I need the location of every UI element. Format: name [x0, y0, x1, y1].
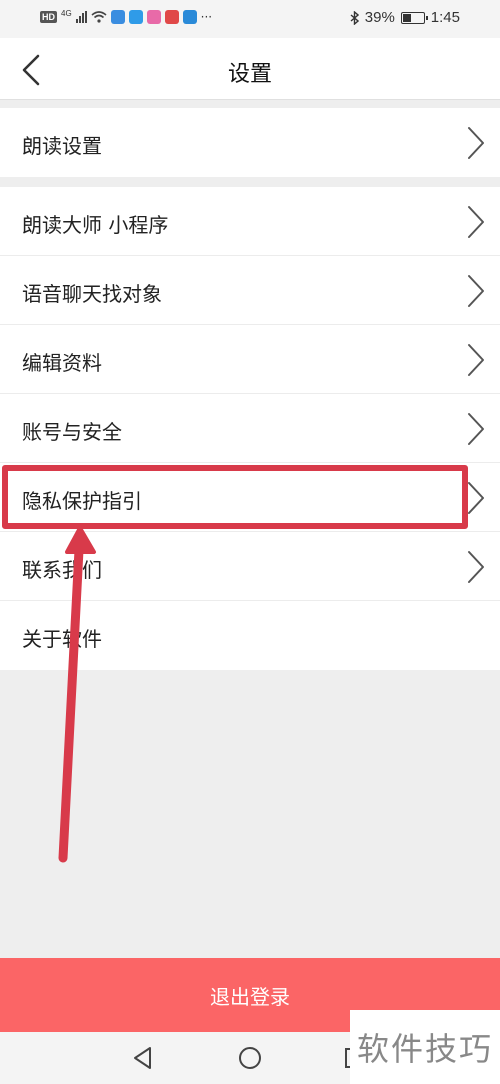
chevron-right-icon: [468, 413, 484, 445]
chevron-right-icon: [468, 551, 484, 583]
hd-badge: HD: [40, 11, 57, 23]
highlight-box: [2, 465, 468, 529]
home-circle-icon[interactable]: [237, 1045, 263, 1071]
list-item[interactable]: 朗读大师 小程序: [0, 187, 500, 256]
chevron-right-icon: [468, 482, 484, 514]
list-item[interactable]: 朗读设置: [0, 108, 500, 177]
app-notification-icon: [128, 10, 143, 24]
app-notification-icon: [164, 10, 179, 24]
status-right: 39% 1:45: [350, 9, 460, 26]
app-notification-icon: [182, 10, 197, 24]
battery-fill: [402, 13, 412, 22]
wifi-icon: [91, 11, 107, 23]
list-item-label: 朗读大师 小程序: [22, 213, 169, 237]
chevron-right-icon: [468, 206, 484, 238]
chevron-right-icon: [468, 127, 484, 159]
network-type: 4G: [61, 8, 72, 18]
list-item-label: 联系我们: [22, 558, 102, 582]
list-item-label: 编辑资料: [22, 351, 102, 375]
chevron-right-icon: [468, 275, 484, 307]
chevron-right-icon: [468, 344, 484, 376]
more-notifications: ···: [200, 10, 213, 24]
header: 设置: [0, 38, 500, 100]
watermark: 软件技巧: [350, 1010, 500, 1084]
list-item[interactable]: 编辑资料: [0, 325, 500, 394]
list-item[interactable]: 账号与安全: [0, 394, 500, 463]
bluetooth-icon: [350, 10, 359, 25]
back-triangle-icon[interactable]: [130, 1045, 156, 1071]
settings-group-reading: 朗读设置: [0, 108, 500, 177]
battery-icon: [400, 11, 428, 24]
list-item-label: 朗读设置: [22, 134, 102, 158]
settings-group-main: 朗读大师 小程序 语音聊天找对象 编辑资料 账号与安全 隐私保护指引 联系我们 …: [0, 187, 500, 670]
app-notification-icon: [110, 10, 125, 24]
battery-percent: 39%: [364, 9, 395, 26]
signal-icon: [75, 11, 87, 23]
status-bar: HD 4G ··· 39% 1:45: [0, 0, 500, 38]
list-item[interactable]: 关于软件: [0, 601, 500, 670]
list-item-label: 账号与安全: [22, 420, 122, 444]
status-left: HD 4G ···: [40, 8, 213, 24]
list-item-label: 关于软件: [22, 627, 102, 651]
list-item[interactable]: 语音聊天找对象: [0, 256, 500, 325]
list-item[interactable]: 联系我们: [0, 532, 500, 601]
app-notification-icon: [146, 10, 161, 24]
clock: 1:45: [430, 9, 460, 26]
list-item-label: 语音聊天找对象: [22, 282, 162, 306]
page-title: 设置: [227, 62, 272, 87]
